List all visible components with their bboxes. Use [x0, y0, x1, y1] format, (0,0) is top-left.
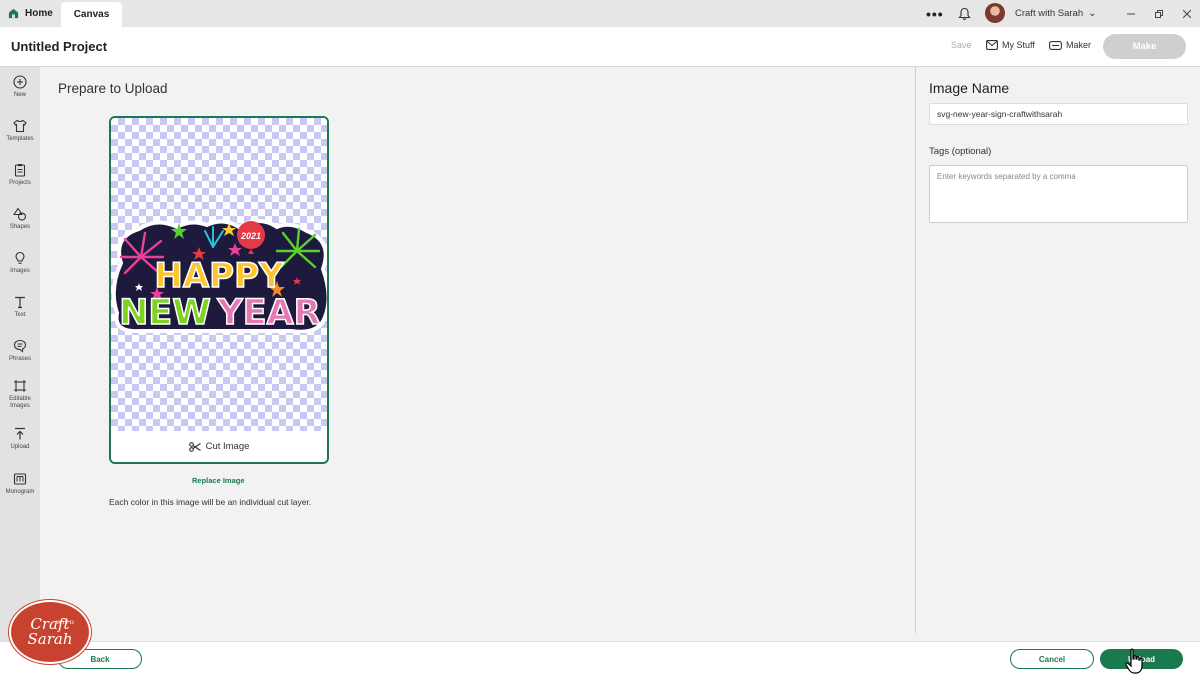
scissors-icon: [188, 441, 201, 452]
sidebar-item-label: New: [13, 92, 26, 98]
minimize-icon: [1127, 13, 1135, 14]
hand-cursor-icon: [1125, 648, 1143, 674]
image-details-panel: Image Name Tags (optional): [916, 67, 1200, 633]
sidebar-item-label: Images: [10, 268, 30, 274]
sidebar-item-label: Editable Images: [9, 396, 31, 409]
logo-line-2: Sarah: [27, 630, 73, 648]
year-word-text: YEAR: [216, 293, 320, 333]
maximize-button[interactable]: [1155, 0, 1163, 27]
tags-label: Tags (optional): [929, 146, 992, 157]
tab-canvas[interactable]: Canvas: [61, 2, 122, 27]
upload-preview-panel: Prepare to Upload 2021 HAPPY NEW YEAR Cu…: [40, 67, 915, 633]
monogram-icon: [13, 472, 27, 486]
close-window-button[interactable]: [1183, 0, 1191, 27]
make-label: Make: [1132, 41, 1157, 52]
uploaded-image-preview: 2021 HAPPY NEW YEAR: [111, 219, 327, 333]
tags-input[interactable]: [929, 165, 1188, 223]
make-button[interactable]: Make: [1103, 34, 1186, 59]
maker-button[interactable]: Maker: [1049, 40, 1091, 50]
account-name: Craft with Sarah: [1015, 8, 1084, 19]
sidebar-item-text[interactable]: Text: [0, 295, 40, 319]
sidebar-item-label: Shapes: [9, 224, 31, 230]
save-button[interactable]: Save: [951, 40, 972, 50]
cancel-button[interactable]: Cancel: [1010, 649, 1094, 669]
machine-icon: [1049, 40, 1062, 50]
sidebar-item-label: Projects: [9, 180, 31, 186]
sidebar-item-images[interactable]: Images: [0, 251, 40, 275]
sidebar-item-projects[interactable]: Projects: [0, 163, 40, 187]
sidebar-item-monogram[interactable]: Monogram: [0, 472, 40, 496]
image-name-input[interactable]: [929, 103, 1188, 125]
logo-with: WITH: [56, 620, 75, 626]
left-sidebar: New Templates Projects Shapes Images Tex…: [0, 67, 40, 641]
image-name-heading: Image Name: [929, 80, 1010, 96]
minimize-button[interactable]: [1127, 0, 1135, 27]
image-preview-card: 2021 HAPPY NEW YEAR Cut Image: [109, 116, 329, 464]
home-icon: [8, 8, 19, 19]
tab-home[interactable]: Home: [0, 0, 60, 27]
tab-canvas-label: Canvas: [73, 9, 110, 20]
cut-image-option[interactable]: Cut Image: [111, 431, 327, 462]
close-icon: [1183, 9, 1191, 18]
sidebar-item-shapes[interactable]: Shapes: [0, 207, 40, 231]
cut-layer-note: Each color in this image will be an indi…: [109, 497, 312, 507]
craft-with-sarah-logo: Craft WITH Sarah: [9, 600, 91, 664]
lightbulb-icon: [13, 251, 27, 265]
title-bar: Home Canvas ••• Craft with Sarah ⌄: [0, 0, 1200, 27]
chevron-down-icon: ⌄: [1088, 8, 1097, 19]
text-icon: [13, 295, 27, 309]
sidebar-item-label: Templates: [6, 136, 34, 142]
sidebar-item-upload[interactable]: Upload: [0, 427, 40, 451]
restore-icon: [1155, 9, 1163, 18]
save-label: Save: [951, 40, 972, 50]
my-stuff-label: My Stuff: [1002, 40, 1035, 50]
replace-image-link[interactable]: Replace Image: [192, 476, 245, 485]
more-options-button[interactable]: •••: [926, 0, 944, 27]
notifications-button[interactable]: [958, 0, 971, 27]
plus-circle-icon: [13, 75, 27, 89]
shirt-icon: [13, 119, 27, 133]
cut-image-label: Cut Image: [205, 441, 250, 452]
sidebar-item-label: Upload: [10, 444, 30, 450]
speech-bubble-icon: [13, 339, 27, 353]
bell-icon: [958, 7, 971, 20]
year-text: 2021: [240, 231, 261, 241]
sidebar-item-new[interactable]: New: [0, 75, 40, 99]
sidebar-item-label: Monogram: [5, 489, 35, 495]
shapes-icon: [13, 207, 27, 221]
sidebar-item-label: Text: [14, 312, 26, 318]
project-title[interactable]: Untitled Project: [11, 39, 107, 54]
tab-home-label: Home: [25, 8, 53, 19]
happy-text: HAPPY: [154, 256, 284, 296]
maker-label: Maker: [1066, 40, 1092, 50]
account-menu[interactable]: Craft with Sarah ⌄: [1015, 0, 1097, 27]
upload-icon: [13, 427, 27, 441]
clipboard-icon: [13, 163, 27, 177]
avatar[interactable]: [985, 3, 1005, 23]
editable-image-icon: [13, 379, 27, 393]
my-stuff-button[interactable]: My Stuff: [986, 40, 1035, 50]
bottom-action-bar: Back Cancel Upload: [0, 641, 1200, 674]
envelope-icon: [986, 40, 998, 50]
project-header: Untitled Project Save My Stuff Maker Mak…: [0, 27, 1200, 67]
sidebar-item-templates[interactable]: Templates: [0, 119, 40, 143]
page-title: Prepare to Upload: [58, 81, 168, 96]
sidebar-item-label: Phrases: [8, 356, 31, 362]
sidebar-item-editable-images[interactable]: Editable Images: [0, 379, 40, 410]
new-text: NEW: [119, 293, 211, 333]
sidebar-item-phrases[interactable]: Phrases: [0, 339, 40, 363]
